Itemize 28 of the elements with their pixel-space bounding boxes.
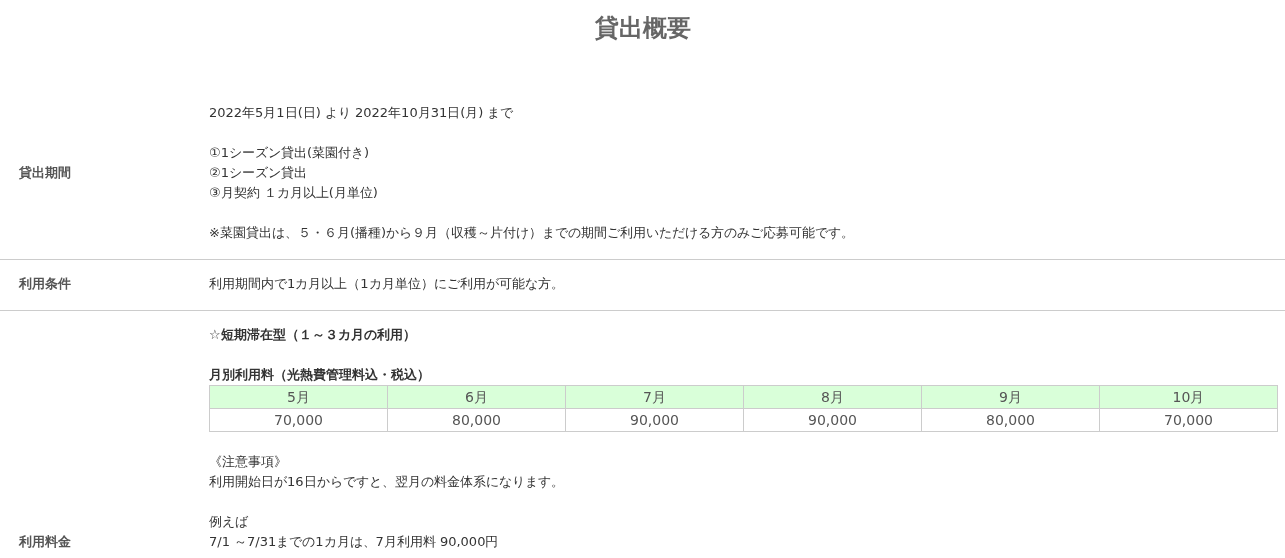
section-heading: ☆短期滞在型（１～３カ月の利用） [209, 326, 417, 344]
text-line: 利用開始日が16日からですと、翌月の料金体系になります。 [209, 473, 565, 491]
month-header-cell: 9月 [921, 385, 1100, 409]
text-line: 例えば [209, 513, 249, 531]
row-label: 利用条件 [18, 275, 72, 293]
text-line: 7/1 ～7/31までの1カ月は、7月利用料 90,000円 [209, 533, 500, 551]
text-line: ②1シーズン貸出 [209, 164, 308, 182]
text-line: ①1シーズン貸出(菜園付き) [209, 144, 371, 162]
page-title: 貸出概要 [594, 13, 691, 43]
price-cell: 70,000 [1099, 408, 1278, 432]
price-cell: 80,000 [387, 408, 566, 432]
text-line: 利用期間内で1カ月以上（1カ月単位）にご利用が可能な方。 [209, 275, 565, 293]
month-header-cell: 6月 [387, 385, 566, 409]
month-header-cell: 5月 [209, 385, 388, 409]
price-cell: 90,000 [743, 408, 922, 432]
text-line: ※菜園貸出は、５・６月(播種)から９月（収穫～片付け）までの期間ご利用いただける方のみご応募可能です。 [209, 224, 856, 242]
price-cell: 70,000 [209, 408, 388, 432]
row-label: 利用料金 [18, 533, 72, 551]
text-line: 《注意事項》 [209, 453, 288, 471]
price-cell: 80,000 [921, 408, 1100, 432]
table-caption: 月別利用料（光熱費管理料込・税込） [209, 366, 431, 384]
month-header-cell: 10月 [1099, 385, 1278, 409]
month-header-cell: 8月 [743, 385, 922, 409]
price-cell: 90,000 [565, 408, 744, 432]
month-header-cell: 7月 [565, 385, 744, 409]
row-label: 貸出期間 [18, 164, 72, 182]
text-line: 2022年5月1日(日) より 2022年10月31日(月) まで [209, 104, 515, 122]
text-line: ③月契約 １カ月以上(月単位) [209, 184, 379, 202]
